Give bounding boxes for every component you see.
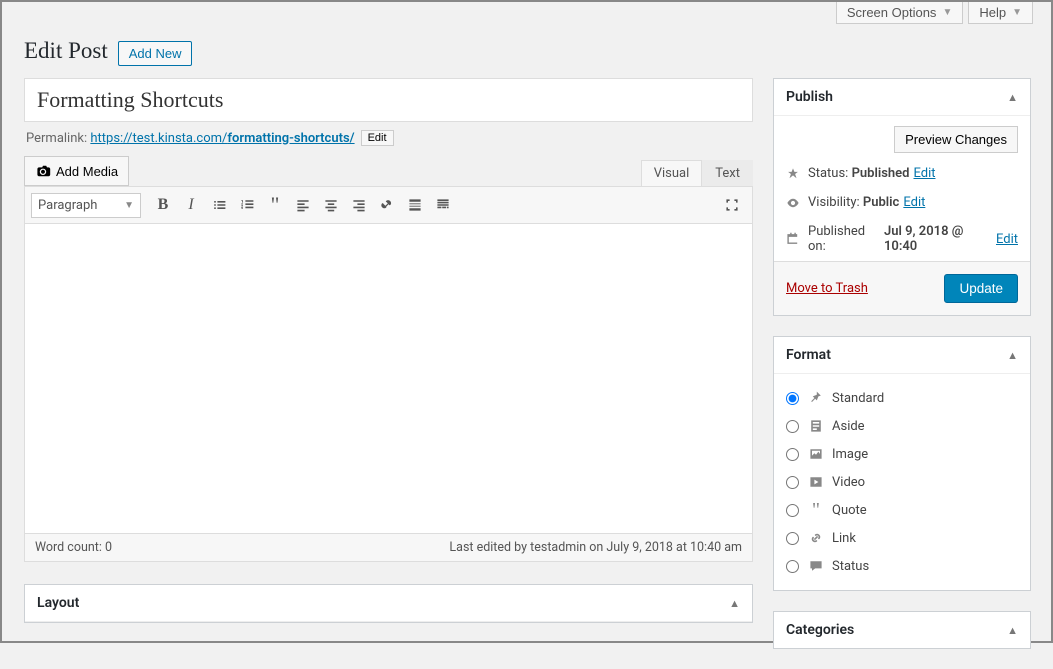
link-button[interactable] [373, 191, 401, 219]
pushpin-icon [807, 389, 825, 407]
edit-status-link[interactable]: Edit [913, 166, 935, 181]
triangle-up-icon: ▲ [1007, 624, 1018, 637]
format-option-aside[interactable]: Aside [786, 412, 1018, 440]
calendar-icon [786, 232, 800, 246]
page-title: Edit Post [24, 38, 108, 64]
radio-video[interactable] [786, 476, 799, 489]
permalink-row: Permalink: https://test.kinsta.com/forma… [26, 130, 753, 146]
permalink-label: Permalink: [26, 131, 87, 146]
tab-visual[interactable]: Visual [641, 160, 703, 186]
screen-options-button[interactable]: Screen Options ▼ [836, 2, 964, 24]
layout-title: Layout [37, 595, 79, 611]
format-option-status[interactable]: Status [786, 552, 1018, 580]
bullet-list-button[interactable] [205, 191, 233, 219]
post-title-input[interactable] [24, 78, 753, 122]
add-media-button[interactable]: Add Media [24, 156, 129, 186]
numbered-list-button[interactable] [233, 191, 261, 219]
word-count: Word count: 0 [35, 540, 112, 555]
format-option-image[interactable]: Image [786, 440, 1018, 468]
fullscreen-button[interactable] [718, 191, 746, 219]
camera-icon [35, 163, 51, 179]
italic-button[interactable]: I [177, 191, 205, 219]
triangle-up-icon: ▲ [729, 597, 740, 610]
categories-title: Categories [786, 622, 854, 638]
tab-text[interactable]: Text [702, 160, 753, 186]
video-icon [807, 473, 825, 491]
editor-toolbar: Paragraph ▼ B I " [24, 186, 753, 224]
triangle-up-icon: ▲ [1007, 349, 1018, 362]
format-option-standard[interactable]: Standard [786, 384, 1018, 412]
link-icon [807, 529, 825, 547]
align-left-button[interactable] [289, 191, 317, 219]
edit-slug-button[interactable]: Edit [361, 130, 394, 146]
quote-button[interactable]: " [261, 191, 289, 219]
edit-visibility-link[interactable]: Edit [903, 195, 925, 210]
preview-changes-button[interactable]: Preview Changes [894, 126, 1018, 153]
toolbar-toggle-button[interactable] [429, 191, 457, 219]
format-title: Format [786, 347, 831, 363]
radio-quote[interactable] [786, 504, 799, 517]
published-row: Published on: Jul 9, 2018 @ 10:40 Edit [774, 217, 1030, 261]
permalink-link[interactable]: https://test.kinsta.com/formatting-short… [90, 131, 354, 146]
publish-box: Publish ▲ Preview Changes Status: Publis… [773, 78, 1031, 316]
layout-box-header[interactable]: Layout ▲ [25, 585, 752, 622]
caret-down-icon: ▼ [1012, 7, 1022, 18]
format-box-header[interactable]: Format ▲ [774, 337, 1030, 374]
add-new-button[interactable]: Add New [118, 41, 193, 66]
triangle-up-icon: ▲ [1007, 91, 1018, 104]
eye-icon [786, 196, 800, 210]
align-center-button[interactable] [317, 191, 345, 219]
chat-icon [807, 557, 825, 575]
format-dropdown[interactable]: Paragraph ▼ [31, 193, 141, 218]
edit-date-link[interactable]: Edit [996, 232, 1018, 247]
help-button[interactable]: Help ▼ [968, 2, 1033, 24]
align-right-button[interactable] [345, 191, 373, 219]
editor-content-area[interactable] [24, 224, 753, 534]
readmore-button[interactable] [401, 191, 429, 219]
publish-title: Publish [786, 89, 833, 105]
visibility-row: Visibility: Public Edit [774, 188, 1030, 217]
format-option-link[interactable]: Link [786, 524, 1018, 552]
help-label: Help [979, 5, 1006, 20]
radio-aside[interactable] [786, 420, 799, 433]
bold-button[interactable]: B [149, 191, 177, 219]
caret-down-icon: ▼ [124, 200, 134, 211]
pin-icon [786, 167, 800, 181]
update-button[interactable]: Update [944, 274, 1018, 303]
status-row: Status: Published Edit [774, 159, 1030, 188]
publish-box-header[interactable]: Publish ▲ [774, 79, 1030, 116]
radio-image[interactable] [786, 448, 799, 461]
editor-status-bar: Word count: 0 Last edited by testadmin o… [24, 534, 753, 562]
move-to-trash-link[interactable]: Move to Trash [786, 281, 868, 296]
image-icon [807, 445, 825, 463]
radio-standard[interactable] [786, 392, 799, 405]
radio-link[interactable] [786, 532, 799, 545]
screen-options-label: Screen Options [847, 5, 937, 20]
format-box: Format ▲ Standard Aside [773, 336, 1031, 591]
quote-icon: " [807, 501, 825, 519]
last-edited: Last edited by testadmin on July 9, 2018… [449, 540, 742, 555]
radio-status[interactable] [786, 560, 799, 573]
add-media-label: Add Media [56, 164, 118, 179]
format-option-video[interactable]: Video [786, 468, 1018, 496]
caret-down-icon: ▼ [942, 7, 952, 18]
format-option-quote[interactable]: " Quote [786, 496, 1018, 524]
categories-box: Categories ▲ [773, 611, 1031, 649]
document-icon [807, 417, 825, 435]
